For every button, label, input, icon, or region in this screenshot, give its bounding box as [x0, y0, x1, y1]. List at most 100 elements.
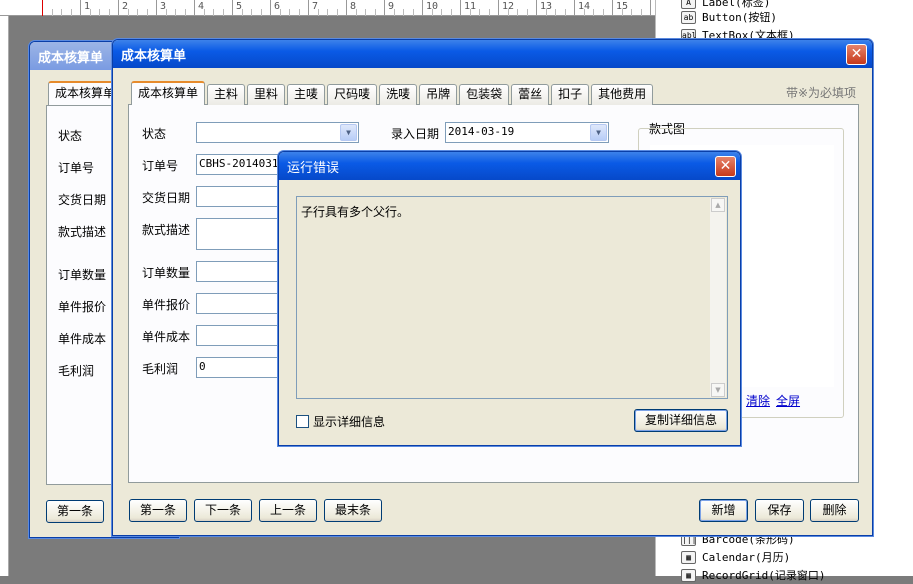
entry-date-picker[interactable]: 2014-03-19 ▼	[445, 122, 609, 143]
delete-button[interactable]: 删除	[810, 499, 859, 522]
toolbox-item-calendar[interactable]: ▦ Calendar(月历)	[681, 548, 790, 566]
tab-packing-bag[interactable]: 包装袋	[459, 84, 510, 105]
delivery-date-label: 交货日期	[58, 193, 107, 207]
ruler-tick: 13	[536, 0, 552, 16]
error-dialog-titlebar[interactable]: 运行错误	[279, 152, 740, 180]
ruler-tick: 4	[194, 0, 204, 16]
ruler-minor-tick	[640, 9, 642, 16]
ruler-tick: 14	[574, 0, 590, 16]
toolbox-item-recordgrid[interactable]: ▦ RecordGrid(记录窗口)	[681, 566, 825, 584]
ruler-minor-tick	[89, 9, 91, 16]
tab-hang-tag[interactable]: 吊牌	[419, 84, 458, 105]
order-no-label: 订单号	[142, 159, 179, 173]
clear-image-link[interactable]: 清除	[746, 392, 770, 409]
add-button[interactable]: 新增	[699, 499, 748, 522]
ruler-tick: 7	[308, 0, 318, 16]
tab-lining[interactable]: 里料	[247, 84, 286, 105]
ruler-minor-tick	[203, 9, 205, 16]
order-qty-label: 订单数量	[142, 266, 191, 280]
ruler-minor-tick	[583, 9, 585, 16]
ruler-minor-tick	[184, 9, 186, 16]
ruler-tick: 15	[612, 0, 628, 16]
tab-lace[interactable]: 蕾丝	[511, 84, 550, 105]
tab-wash-label[interactable]: 洗唛	[379, 84, 418, 105]
error-message-box[interactable]: 子行具有多个父行。 ▲ ▼	[296, 196, 728, 399]
message-scrollbar[interactable]: ▲ ▼	[710, 198, 726, 397]
ruler-minor-tick	[479, 9, 480, 16]
tab-main-material[interactable]: 主料	[207, 84, 246, 105]
ruler-minor-tick	[365, 9, 366, 16]
gross-profit-label: 毛利润	[58, 364, 95, 378]
ruler-minor-tick	[488, 9, 490, 16]
status-select[interactable]: ▼	[196, 122, 359, 143]
ruler-minor-tick	[450, 9, 452, 16]
gross-profit-label: 毛利润	[142, 362, 179, 376]
prev-record-button[interactable]: 上一条	[259, 499, 317, 522]
dialog-title: 运行错误	[287, 160, 340, 176]
ruler-minor-tick	[393, 9, 395, 16]
ruler-minor-tick	[289, 9, 290, 16]
ruler-minor-tick	[621, 9, 623, 16]
ruler-minor-tick	[222, 9, 224, 16]
close-icon[interactable]: ✕	[715, 156, 736, 177]
ruler-minor-tick	[51, 9, 53, 16]
ruler-tick: 2	[118, 0, 128, 16]
toolbox-item-button[interactable]: ab Button(按钮)	[681, 8, 777, 26]
tab-other-costs[interactable]: 其他费用	[591, 84, 654, 105]
ruler-origin-marker	[42, 0, 43, 16]
ruler-tick: 10	[422, 0, 438, 16]
window-title: 成本核算单	[38, 50, 104, 66]
ruler-minor-tick	[593, 9, 594, 16]
tab-size-label[interactable]: 尺码唛	[327, 84, 378, 105]
tab-strip: 成本核算单 主料 里料 主唛 尺码唛 洗唛 吊牌 包装袋 蕾丝 扣子 其他费用	[131, 81, 654, 105]
ruler-minor-tick	[127, 9, 129, 16]
ruler-minor-tick	[327, 9, 328, 16]
ruler-minor-tick	[61, 9, 62, 16]
unit-quote-label: 单件报价	[142, 298, 191, 312]
chevron-down-icon[interactable]: ▼	[340, 124, 357, 141]
status-label: 状态	[58, 129, 83, 143]
ruler-minor-tick	[279, 9, 281, 16]
chevron-down-icon[interactable]: ▼	[590, 124, 607, 141]
ruler-minor-tick	[298, 9, 300, 16]
tab-cost-sheet[interactable]: 成本核算单	[131, 81, 206, 105]
scroll-up-icon[interactable]: ▲	[711, 198, 725, 212]
runtime-error-dialog[interactable]: 运行错误 ✕ 子行具有多个父行。 ▲ ▼ 显示详细信息 复制详细信息	[278, 151, 741, 446]
next-record-button[interactable]: 下一条	[194, 499, 252, 522]
tab-main-label[interactable]: 主唛	[287, 84, 326, 105]
ruler-tick: 11	[460, 0, 476, 16]
horizontal-ruler: 12345678910111213141516	[0, 0, 666, 16]
first-record-button[interactable]: 第一条	[46, 500, 104, 523]
ruler-minor-tick	[412, 9, 414, 16]
ruler-tick: 9	[384, 0, 394, 16]
ruler-minor-tick	[403, 9, 404, 16]
show-details-checkbox[interactable]	[296, 415, 309, 428]
window-title: 成本核算单	[121, 48, 187, 64]
ruler-minor-tick	[517, 9, 518, 16]
first-record-button[interactable]: 第一条	[129, 499, 187, 522]
ruler-minor-tick	[355, 9, 357, 16]
required-hint: 带※为必填项	[786, 86, 857, 100]
calendar-tool-icon: ▦	[681, 550, 696, 564]
ruler-tick: 16	[650, 0, 666, 16]
tab-buttons[interactable]: 扣子	[551, 84, 590, 105]
last-record-button[interactable]: 最末条	[324, 499, 382, 522]
main-window-titlebar[interactable]: 成本核算单	[113, 40, 872, 68]
ruler-minor-tick	[70, 9, 72, 16]
ruler-minor-tick	[213, 9, 214, 16]
close-icon[interactable]: ✕	[846, 44, 867, 65]
copy-details-button[interactable]: 复制详细信息	[634, 409, 728, 432]
scroll-down-icon[interactable]: ▼	[711, 383, 725, 397]
status-label: 状态	[142, 127, 167, 141]
unit-quote-label: 单件报价	[58, 300, 107, 314]
fullscreen-image-link[interactable]: 全屏	[776, 392, 800, 409]
ruler-minor-tick	[241, 9, 243, 16]
ruler-minor-tick	[108, 9, 110, 16]
show-details-label: 显示详细信息	[313, 415, 386, 429]
tab-cost-sheet[interactable]: 成本核算单	[48, 81, 123, 105]
button-tool-icon: ab	[681, 10, 696, 24]
order-no-label: 订单号	[58, 161, 95, 175]
ruler-minor-tick	[469, 9, 471, 16]
ruler-minor-tick	[374, 9, 376, 16]
save-button[interactable]: 保存	[755, 499, 804, 522]
